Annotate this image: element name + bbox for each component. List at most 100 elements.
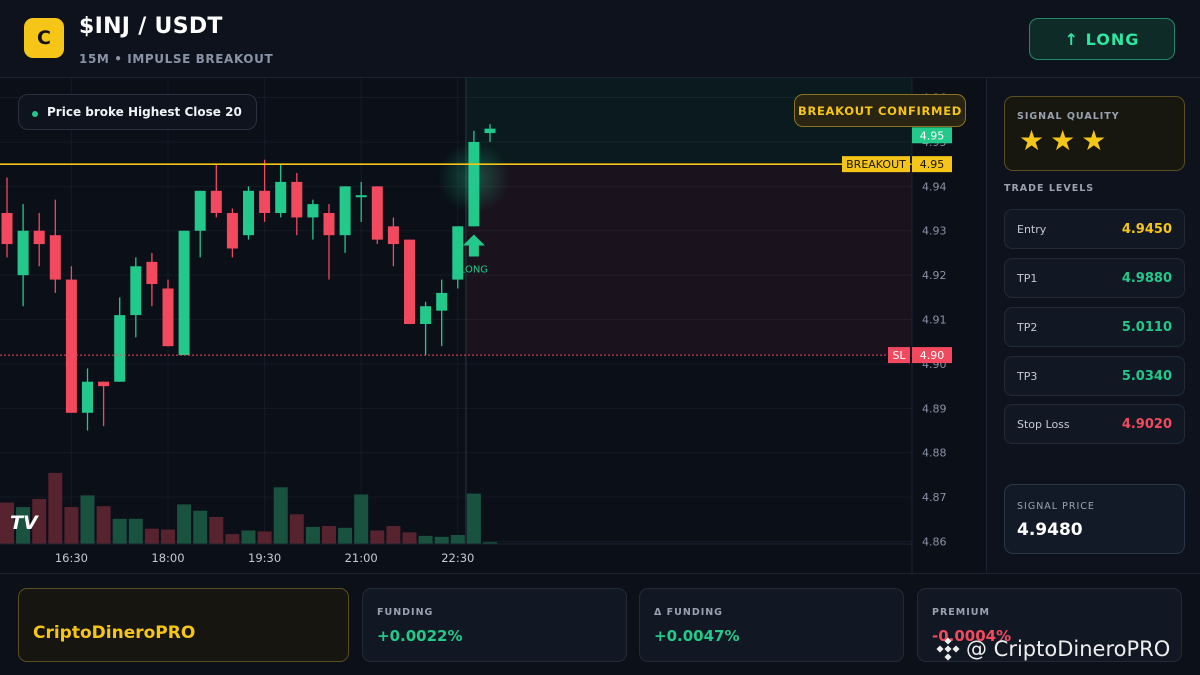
time-tick-label: 21:00 <box>345 551 378 565</box>
volume-bar <box>354 494 369 544</box>
level-value: 4.9450 <box>1121 222 1172 237</box>
volume-bar <box>209 517 224 544</box>
volume-bar <box>112 518 127 544</box>
watermark: @ CriptoDineroPRO <box>936 637 1170 661</box>
candle-body <box>130 266 142 316</box>
price-tick-label: 4.89 <box>922 402 947 415</box>
price-tick-label: 4.94 <box>922 180 947 193</box>
volume-bar <box>96 506 111 544</box>
level-name: Entry <box>1017 223 1047 236</box>
candle-body <box>275 181 287 213</box>
risk-zone <box>465 164 912 356</box>
signal-price-label: SIGNAL PRICE <box>1017 501 1095 512</box>
funding-label: FUNDING <box>377 607 434 618</box>
volume-bar <box>48 472 63 544</box>
level-tp2: TP2 5.0110 <box>1004 307 1185 347</box>
candle-body <box>49 235 61 280</box>
delta-funding-label: Δ FUNDING <box>654 607 723 618</box>
candle-body <box>226 212 238 249</box>
level-value: 4.9880 <box>1121 271 1172 286</box>
price-tick-label: 4.87 <box>922 491 947 504</box>
volume-bar <box>322 526 336 544</box>
volume-bar <box>466 493 481 544</box>
chart-canvas[interactable]: LONG4.964.954.944.934.924.914.904.894.88… <box>0 78 985 573</box>
premium-label: PREMIUM <box>932 607 990 618</box>
volume-bar <box>177 504 192 544</box>
candle-body <box>82 381 93 413</box>
volume-bar <box>64 507 79 544</box>
price-tick-label: 4.91 <box>922 314 947 327</box>
candle-body <box>291 181 303 218</box>
binance-logo-icon <box>936 637 960 661</box>
candle-body <box>420 306 432 324</box>
volume-bar <box>450 535 465 544</box>
candle-body <box>1 212 13 245</box>
signal-quality-label: SIGNAL QUALITY <box>1017 111 1120 122</box>
volume-bar <box>273 487 288 544</box>
tradingview-logo: TV <box>10 512 38 534</box>
delta-funding-card: Δ FUNDING +0.0047% <box>639 588 904 662</box>
volume-bar <box>418 535 433 544</box>
signal-price-value: 4.9480 <box>1017 520 1083 540</box>
time-tick-label: 16:30 <box>55 551 88 565</box>
star-icon: ★ <box>1019 124 1045 157</box>
volume-bar <box>128 518 143 544</box>
volume-bar <box>402 532 417 544</box>
candle-body <box>114 315 126 382</box>
price-tick-label: 4.86 <box>922 536 947 549</box>
breakout-name-tag: BREAKOUT <box>846 158 906 171</box>
level-value: 4.9020 <box>1121 417 1172 432</box>
breakout-confirmed-badge: BREAKOUT CONFIRMED <box>794 94 966 127</box>
volume-bar <box>338 527 353 544</box>
candle-body <box>387 226 399 245</box>
candle-body <box>146 261 158 285</box>
price-tick-label: 4.92 <box>922 269 947 282</box>
candle-body <box>178 230 190 356</box>
volume-bar <box>257 531 272 544</box>
candle-body <box>259 190 271 213</box>
level-stop-loss: Stop Loss 4.9020 <box>1004 404 1185 444</box>
price-chart[interactable]: LONG4.964.954.944.934.924.914.904.894.88… <box>0 78 985 573</box>
candle-body <box>323 212 335 236</box>
sl-price-tag: 4.90 <box>920 349 945 362</box>
volume-bar <box>289 514 304 544</box>
candle-body <box>243 190 254 236</box>
star-icon: ★ <box>1050 124 1076 157</box>
candle-body <box>162 288 174 347</box>
status-dot <box>32 111 38 117</box>
signal-price-card: SIGNAL PRICE 4.9480 <box>1004 484 1185 554</box>
pair-subtitle: 15M • IMPULSE BREAKOUT <box>79 52 274 66</box>
level-name: TP3 <box>1017 370 1038 383</box>
time-tick-label: 19:30 <box>248 551 281 565</box>
star-icon: ★ <box>1081 124 1107 157</box>
price-tick-label: 4.88 <box>922 447 947 460</box>
level-name: Stop Loss <box>1017 418 1070 431</box>
candle-body <box>65 279 77 413</box>
long-signal-button[interactable]: ↑ LONG <box>1029 18 1175 60</box>
candle-body <box>404 239 415 324</box>
price-tick-label: 4.93 <box>922 225 947 238</box>
funding-card: FUNDING +0.0022% <box>362 588 627 662</box>
candle-body <box>307 204 319 218</box>
volume-bar <box>193 510 208 544</box>
volume-bar <box>434 536 449 544</box>
level-name: TP1 <box>1017 272 1038 285</box>
candle-body <box>468 141 480 227</box>
volume-bar <box>80 495 95 544</box>
level-name: TP2 <box>1017 321 1038 334</box>
time-tick-label: 22:30 <box>441 551 474 565</box>
breakout-info-pill: Price broke Highest Close 20 <box>18 94 257 130</box>
signal-panel: SIGNAL QUALITY ★ ★ ★ TRADE LEVELS Entry … <box>986 78 1200 573</box>
watermark-text: @ CriptoDineroPRO <box>966 637 1171 661</box>
quality-stars: ★ ★ ★ <box>1019 127 1106 155</box>
volume-bar <box>225 534 240 544</box>
volume-bar <box>305 526 320 544</box>
volume-bar <box>144 528 159 544</box>
trade-levels-title: TRADE LEVELS <box>1004 183 1095 194</box>
current-price-tag: 4.95 <box>920 129 945 142</box>
pair-title: $INJ / USDT <box>79 14 223 39</box>
brand-card: CriptoDineroPRO <box>18 588 349 662</box>
candle-body <box>98 381 110 387</box>
candle-body <box>194 190 206 231</box>
breakout-info-text: Price broke Highest Close 20 <box>47 105 242 119</box>
